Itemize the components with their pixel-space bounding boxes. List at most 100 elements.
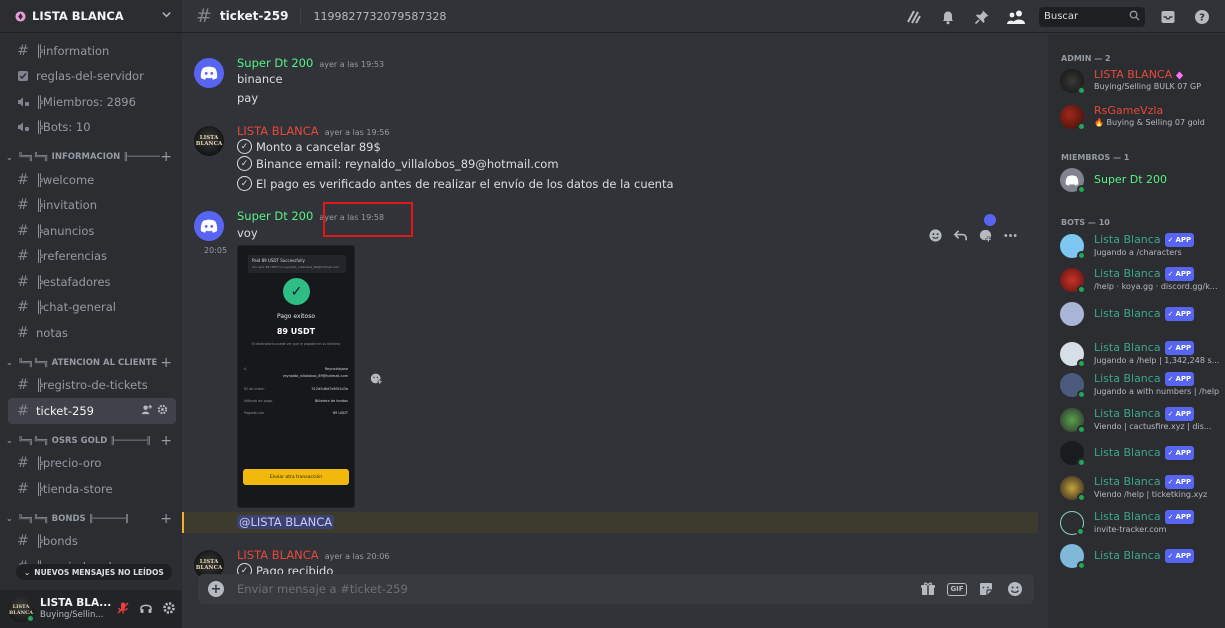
channel-bonds[interactable]: # ╠bonds [8,529,176,555]
payment-screenshot-image[interactable]: Paid 89 USDT Successfully You sent 89 US… [237,245,355,508]
bot-item[interactable]: Lista Blanca ✓ APP [1060,438,1220,468]
channel-bots[interactable]: ╠Bots: 10 [8,115,176,141]
author-name: Super Dt 200 [237,56,314,70]
bot-item[interactable]: Lista Blanca ✓ APP Viendo | cactusfire.xyz … [1060,405,1220,435]
channel-ticket-259[interactable]: # ticket-259 [8,398,176,424]
channel-reglas[interactable]: reglas-del-servidor [8,64,176,90]
online-status-dot [1077,493,1086,502]
gift-icon[interactable] [919,580,937,598]
app-badge: ✓ APP [1164,407,1195,421]
check-circle-icon: ✓ [237,176,252,191]
bot-item[interactable]: Lista Blanca ✓ APP Viendo /help | ticketkin… [1060,473,1220,503]
verified-check-icon: ✓ [1167,478,1174,486]
message-author[interactable]: Super Dt 200 ayer a las 19:53 [237,56,384,70]
member-name-row: Lista Blanca ✓ APP [1094,549,1220,563]
add-member-icon[interactable] [141,404,152,418]
reply-icon[interactable] [951,226,970,245]
channel-label: ╠registro-de-tickets [36,378,148,393]
add-reaction-icon[interactable] [370,372,383,388]
payment-header-title: Paid 89 USDT Successfully [252,258,305,263]
add-channel-icon[interactable]: + [160,149,172,165]
payment-row-value: 312d5d8d7e85f1d3a [311,387,348,391]
microphone-muted-icon[interactable] [116,601,130,618]
user-info[interactable]: LISTA BLA... Buying/Sellin... [40,597,116,621]
message-author[interactable]: LISTA BLANCA ayer a las 19:56 [237,124,389,138]
message-text: El pago es verificado antes de realizar … [256,176,674,191]
add-channel-icon[interactable]: + [160,511,172,527]
gear-icon[interactable] [162,601,176,618]
member-activity: Jugando a /characters [1094,248,1182,257]
channel-welcome[interactable]: # ╠welcome [8,167,176,193]
bot-item[interactable]: Lista Blanca ✓ APP Jugando a /help | 1,342,… [1060,339,1220,369]
app-badge: ✓ APP [1164,307,1195,321]
channel-anuncios[interactable]: # ╠anuncios [8,218,176,244]
inbox-icon[interactable] [1157,6,1179,28]
message-input[interactable] [237,582,908,596]
payment-row: A Reynaldojose [244,367,348,374]
member-item[interactable]: Super Dt 200 [1060,165,1220,195]
bell-icon[interactable] [937,6,959,28]
category-osrs-gold[interactable]: ⌄ ╚═╗╚═╗ OSRS GOLD ╟──────╢ + [6,424,176,451]
payment-row: Método de pago Billetera de fondos [244,399,348,406]
verified-check-icon: ✓ [1167,513,1174,521]
create-thread-icon[interactable] [976,226,995,245]
channel-miembros[interactable]: ╠Miembros: 2896 [8,89,176,115]
category-atencion[interactable]: ⌄ ╚═╗╚═╗ ATENCIÓN AL CLIENTE ╟... + [6,346,176,373]
help-icon[interactable]: ? [1191,6,1213,28]
check-circle-icon: ✓ [237,156,252,171]
online-status-dot [1077,122,1086,131]
add-channel-icon[interactable]: + [160,433,172,449]
member-name: Lista Blanca [1094,407,1161,420]
bot-item[interactable]: Lista Blanca ✓ APP Jugando a with numbers |… [1060,370,1220,400]
search-input[interactable] [1044,11,1129,22]
channel-precio-oro[interactable]: # ╠precio-oro [8,451,176,477]
server-header[interactable]: LISTA BLANCA [0,0,182,33]
sticker-icon[interactable] [977,580,995,598]
channel-referencias[interactable]: # ╠referencias [8,244,176,270]
bot-item[interactable]: Lista Blanca ✓ APP Jugando a /characters [1060,231,1220,261]
upload-plus-icon[interactable]: + [208,581,224,597]
hash-icon: # [17,455,29,472]
user-mention[interactable]: @LISTA BLANCA [237,515,335,529]
add-channel-icon[interactable]: + [160,355,172,371]
member-activity: invite-tracker.com [1094,525,1167,534]
member-name-row: Lista Blanca ✓ APP [1094,407,1220,421]
bot-item[interactable]: Lista Blanca ✓ APP [1060,299,1220,329]
more-options-icon[interactable] [1001,226,1020,245]
pin-icon[interactable] [971,6,993,28]
bot-item[interactable]: Lista Blanca ✓ APP/help · koya.gg · discor… [1060,265,1220,295]
channel-estafadores[interactable]: # ╠estafadores [8,269,176,295]
avatar [1060,511,1085,536]
search-box[interactable] [1039,6,1145,27]
channel-registro-de-tickets[interactable]: # ╠registro-de-tickets [8,373,176,399]
gif-icon[interactable]: GIF [947,580,967,598]
member-item[interactable]: RsGameVzla 🔥 Buying & Selling 07 gold [1060,102,1220,132]
channel-tienda-store[interactable]: # ╠tienda-store [8,476,176,502]
chevron-down-icon: ⌄ [6,152,13,162]
avatar[interactable]: LISTA BLANCA [8,596,35,623]
message-author[interactable]: LISTA BLANCA ayer a las 20:06 [237,548,389,562]
category-bonds[interactable]: ⌄ ╚═╗╚═╗ BONDS ╟──────╢ + [6,502,176,529]
channel-chat-general[interactable]: # ╠chat-general [8,295,176,321]
chevron-down-icon[interactable] [161,9,172,23]
emoji-icon[interactable] [1006,580,1024,598]
add-reaction-icon[interactable] [926,226,945,245]
headphones-icon[interactable] [139,601,153,618]
channel-invitation[interactable]: # ╠invitation [8,193,176,219]
channel-label: ╠precio-oro [36,456,102,471]
member-list-icon[interactable] [1005,6,1027,28]
member-item[interactable]: LISTA BLANCA Buying/Selling BULK 07 GP [1060,66,1220,96]
channel-sidebar: LISTA BLANCA # ╠information reglas-del-s… [0,0,182,628]
avatar[interactable] [194,211,224,241]
threads-icon[interactable] [903,6,925,28]
category-informacion[interactable]: ⌄ ╚═╗╚═╗ INFORMACION ╟──────╢ + [6,140,176,167]
new-unread-messages-pill[interactable]: ⌄ NUEVOS MENSAJES NO LEÍDOS [16,564,172,580]
channel-notas[interactable]: # notas [8,320,176,346]
gear-icon[interactable] [157,404,168,418]
bot-item[interactable]: Lista Blanca ✓ APP [1060,541,1220,571]
avatar[interactable] [194,58,224,88]
bot-item[interactable]: Lista Blanca ✓ APP invite-tracker.com [1060,508,1220,538]
channel-information[interactable]: # ╠information [8,38,176,64]
avatar[interactable]: LISTA BLANCA [194,126,224,156]
channel-topic[interactable]: 1199827732079587328 [313,10,446,23]
